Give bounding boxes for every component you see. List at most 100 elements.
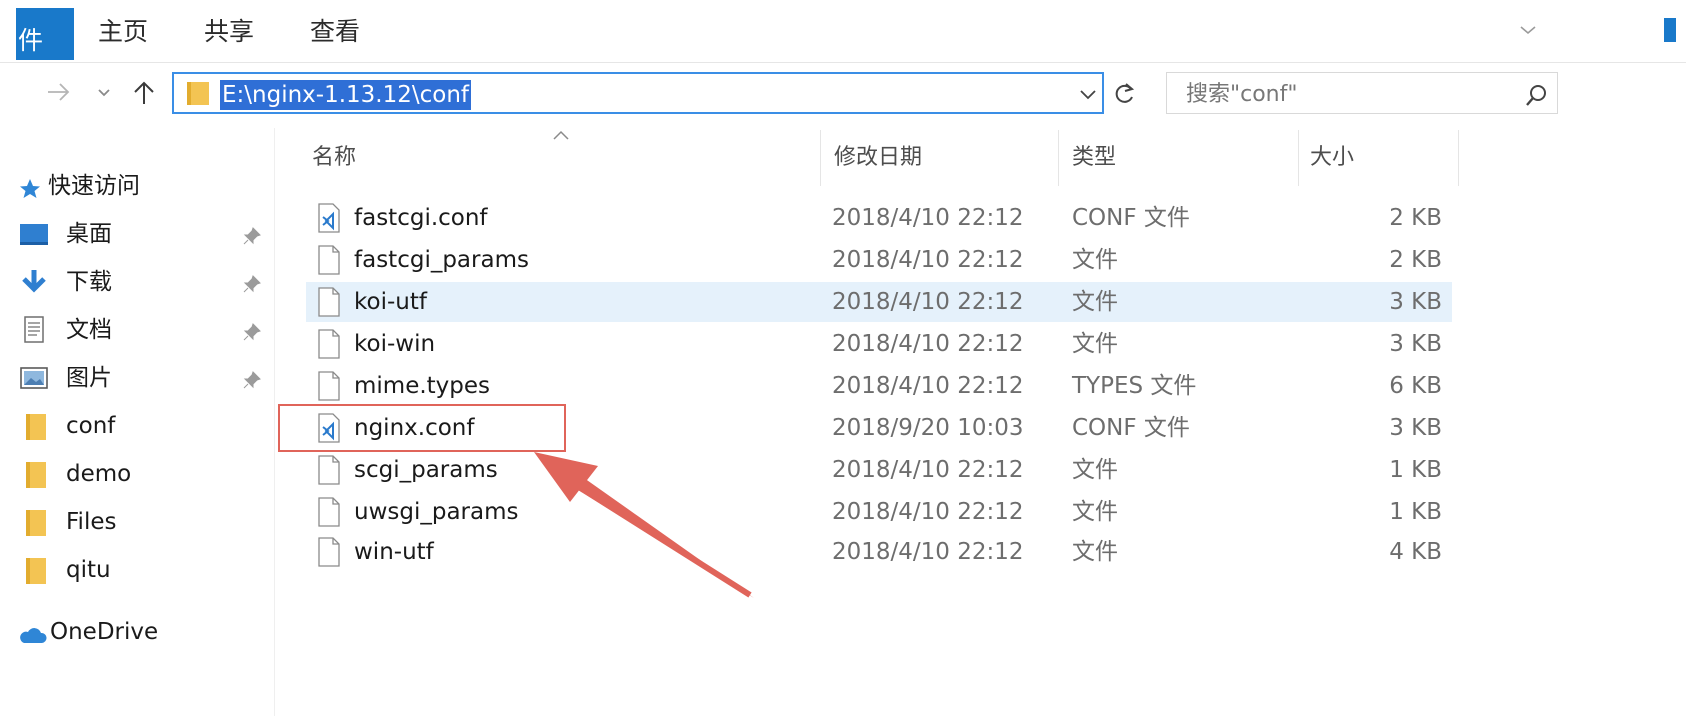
column-header-size[interactable]: 大小: [1310, 140, 1354, 184]
file-name: scgi_params: [354, 457, 498, 483]
blank-file-icon: [318, 455, 340, 485]
sidebar-item-label: 文档: [66, 317, 112, 343]
file-type: 文件: [1072, 331, 1118, 357]
annotation-arrow-icon: [534, 452, 754, 598]
file-size: 1 KB: [1389, 457, 1442, 483]
file-type: CONF 文件: [1072, 415, 1190, 441]
tab-share[interactable]: 共享: [204, 0, 254, 54]
column-divider[interactable]: [1058, 130, 1059, 186]
forward-arrow-icon: [48, 83, 70, 101]
column-divider[interactable]: [1298, 130, 1299, 186]
sidebar-item-label: qitu: [66, 557, 111, 583]
column-divider[interactable]: [1458, 130, 1459, 186]
file-name: fastcgi_params: [354, 247, 529, 273]
chevron-down-icon: [98, 89, 110, 97]
pin-icon[interactable]: [242, 370, 262, 390]
blank-file-icon: [318, 287, 340, 317]
ribbon: 件 主页 共享 查看: [0, 0, 1686, 63]
file-row[interactable]: fastcgi_params 2018/4/10 22:12 文件 2 KB: [306, 240, 1452, 280]
tab-home[interactable]: 主页: [98, 0, 148, 54]
blank-file-icon: [318, 537, 340, 567]
forward-button[interactable]: [46, 80, 72, 110]
file-name: uwsgi_params: [354, 499, 519, 525]
file-date: 2018/4/10 22:12: [832, 539, 1024, 565]
star-icon: [18, 174, 44, 202]
file-size: 2 KB: [1389, 247, 1442, 273]
file-date: 2018/4/10 22:12: [832, 289, 1024, 315]
file-name: fastcgi.conf: [354, 205, 488, 231]
pane-divider[interactable]: [274, 128, 275, 716]
sidebar-item-label: 下载: [66, 269, 112, 295]
file-size: 3 KB: [1389, 289, 1442, 315]
file-name: koi-utf: [354, 289, 427, 315]
blank-file-icon: [318, 329, 340, 359]
sidebar-item-label: demo: [66, 461, 132, 487]
refresh-icon[interactable]: [1112, 80, 1138, 108]
column-header-type[interactable]: 类型: [1072, 140, 1116, 184]
file-size: 2 KB: [1389, 205, 1442, 231]
file-row[interactable]: uwsgi_params 2018/4/10 22:12 文件 1 KB: [306, 492, 1452, 532]
expand-ribbon-icon[interactable]: [1516, 18, 1540, 42]
tab-view[interactable]: 查看: [310, 0, 360, 54]
blank-file-icon: [318, 497, 340, 527]
file-date: 2018/4/10 22:12: [832, 373, 1024, 399]
file-size: 1 KB: [1389, 499, 1442, 525]
sidebar-item-label: 快速访问: [48, 173, 140, 199]
help-icon[interactable]: [1664, 18, 1676, 42]
folder-icon: [18, 508, 50, 536]
search-icon[interactable]: [1524, 82, 1550, 108]
file-date: 2018/4/10 22:12: [832, 205, 1024, 231]
document-icon: [18, 316, 50, 344]
file-type: 文件: [1072, 289, 1118, 315]
tab-file[interactable]: 件: [16, 8, 74, 60]
file-row[interactable]: fastcgi.conf 2018/4/10 22:12 CONF 文件 2 K…: [306, 198, 1452, 238]
file-type: 文件: [1072, 457, 1118, 483]
file-row[interactable]: win-utf 2018/4/10 22:12 文件 4 KB: [306, 532, 1452, 572]
column-divider[interactable]: [820, 130, 821, 186]
pin-icon[interactable]: [242, 322, 262, 342]
up-button[interactable]: [132, 80, 156, 112]
pin-icon[interactable]: [242, 274, 262, 294]
file-row[interactable]: koi-win 2018/4/10 22:12 文件 3 KB: [306, 324, 1452, 364]
file-date: 2018/9/20 10:03: [832, 415, 1024, 441]
pin-icon[interactable]: [242, 226, 262, 246]
file-type: 文件: [1072, 499, 1118, 525]
file-date: 2018/4/10 22:12: [832, 457, 1024, 483]
file-size: 6 KB: [1389, 373, 1442, 399]
column-header-date[interactable]: 修改日期: [834, 140, 922, 184]
sidebar-item-label: 桌面: [66, 221, 112, 247]
file-type: 文件: [1072, 539, 1118, 565]
vscode-file-icon: [318, 203, 340, 233]
search-input[interactable]: 搜索"conf": [1186, 80, 1297, 110]
picture-icon: [18, 364, 50, 392]
column-header-name[interactable]: 名称: [312, 140, 356, 184]
file-size: 4 KB: [1389, 539, 1442, 565]
blank-file-icon: [318, 245, 340, 275]
folder-icon: [18, 556, 50, 584]
sort-ascending-icon: [552, 126, 570, 140]
file-name: win-utf: [354, 539, 434, 565]
file-type: TYPES 文件: [1072, 373, 1197, 399]
cloud-icon: [18, 620, 48, 648]
file-row[interactable]: mime.types 2018/4/10 22:12 TYPES 文件 6 KB: [306, 366, 1452, 406]
recent-locations-button[interactable]: [96, 80, 112, 110]
address-dropdown-icon[interactable]: [1076, 82, 1100, 106]
sidebar-item-label: Files: [66, 509, 117, 535]
file-date: 2018/4/10 22:12: [832, 499, 1024, 525]
file-row[interactable]: koi-utf 2018/4/10 22:12 文件 3 KB: [306, 282, 1452, 322]
file-type: 文件: [1072, 247, 1118, 273]
blank-file-icon: [318, 371, 340, 401]
folder-icon: [18, 412, 50, 440]
file-row[interactable]: scgi_params 2018/4/10 22:12 文件 1 KB: [306, 450, 1452, 490]
folder-icon: [186, 79, 210, 107]
address-path[interactable]: E:\nginx-1.13.12\conf: [220, 80, 472, 110]
sidebar-item-label: OneDrive: [50, 619, 159, 645]
sidebar-item-label: 图片: [66, 365, 112, 391]
sidebar-item-label: conf: [66, 413, 116, 439]
file-name: koi-win: [354, 331, 436, 357]
file-size: 3 KB: [1389, 331, 1442, 357]
up-arrow-icon: [134, 81, 154, 104]
file-type: CONF 文件: [1072, 205, 1190, 231]
file-size: 3 KB: [1389, 415, 1442, 441]
desktop-icon: [18, 220, 50, 248]
